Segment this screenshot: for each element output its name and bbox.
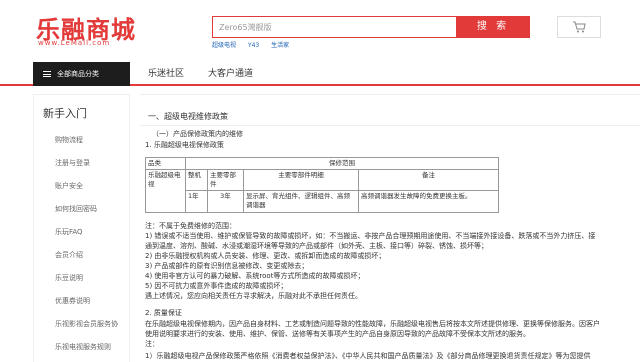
sidebar-item[interactable]: 乐豆说明 <box>55 273 83 283</box>
help-sidebar: 新手入门 购物流程 注册与登录 账户安全 如何找回密码 乐玩FAQ 会员介绍 乐… <box>33 94 130 362</box>
note-line: 5) 因不可抗力或意外事件造成的故障或损坏； <box>145 282 288 290</box>
main-nav: 全部商品分类 乐迷社区 大客户通道 <box>0 62 640 86</box>
quality-line: 1）乐融超级电视产品保修政策严格依照《消费者权益保护法》、《中华人民共和国产品质… <box>145 352 591 360</box>
table-cell: 乐融超级电视 <box>145 169 186 213</box>
nav-item-enterprise[interactable]: 大客户通道 <box>208 62 253 86</box>
site-logo[interactable]: 乐融商城 www.LeMall.com <box>36 10 146 50</box>
warranty-table: 品类 保修范围 乐融超级电视 整机 主要零部件 主要零部件明细 备注 1年 3年… <box>145 157 499 213</box>
nav-item-community[interactable]: 乐迷社区 <box>148 62 184 86</box>
table-subheader: 主要零部件明细 <box>243 169 359 191</box>
note-line: 注：不属于免费维修的范围： <box>145 222 236 230</box>
table-cell: 3年 <box>207 190 244 213</box>
sidebar-item[interactable]: 优惠券说明 <box>55 296 90 306</box>
table-cell: 显示屏、背光组件、逻辑组件、高频调谐器 <box>243 190 359 213</box>
sidebar-item[interactable]: 乐视影视会员服务协 <box>55 319 118 329</box>
divider <box>140 125 640 126</box>
sidebar-item[interactable]: 如何找回密码 <box>55 204 97 214</box>
note-line: 4) 使用非官方认可的暴力破解、系统root等方式所造成的故障或损坏； <box>145 272 365 280</box>
note-line: 2) 由非乐融授权机构或人员安装、修理、更改、或拆卸而造成的故障或损坏； <box>145 252 386 260</box>
hot-link[interactable]: 生活家 <box>271 42 289 49</box>
search-button[interactable]: 搜 索 <box>456 16 530 38</box>
quality-line: 使用说明要求进行的安装、使用、维护、保管、送修等有关事项产生的产品自身原因导致的… <box>145 330 530 338</box>
sidebar-item[interactable]: 乐视电视服务规则 <box>55 342 111 352</box>
note-line: 1) 错误或不适当使用、维护或保管导致的故障或损坏，如：不当搬运、非按产品合理预… <box>145 232 596 240</box>
quality-line: 注： <box>145 340 159 348</box>
sidebar-item[interactable]: 购物流程 <box>55 135 83 145</box>
hot-search-links: 超级电视 Y43 生活家 <box>212 40 299 49</box>
sidebar-item[interactable]: 账户安全 <box>55 181 83 191</box>
table-header: 保修范围 <box>185 157 499 170</box>
menu-icon <box>43 71 51 77</box>
cart-icon <box>573 21 586 33</box>
all-categories-label: 全部商品分类 <box>57 70 99 78</box>
cart-button[interactable] <box>557 16 601 38</box>
table-header: 品类 <box>145 157 186 170</box>
table-subheader: 整机 <box>185 169 208 191</box>
subsection-title: 2. 质量保证 <box>145 309 182 317</box>
search-input[interactable]: Zero65灣舰版 <box>212 16 456 38</box>
subsection-title: 1. 乐融超级电视保修政策 <box>145 141 224 149</box>
site-header: 乐融商城 www.LeMall.com Zero65灣舰版 搜 索 超级电视 Y… <box>0 0 640 62</box>
note-line: 3) 产品或部件的原有识别信息被修改、变更或除去； <box>145 262 309 270</box>
hot-link[interactable]: Y43 <box>248 42 259 49</box>
quality-line: 在乐融超级电视保修期内，因产品自身材料、工艺或制造问题导致的性能故障，乐融超级电… <box>145 320 600 328</box>
table-cell: 1年 <box>185 190 208 213</box>
table-subheader: 备注 <box>358 169 499 191</box>
note-line: 通到温度、溶剂、酸碱、水浸或潮湿环境等导致的产品或部件（如外壳、主板、接口等）碎… <box>145 242 488 250</box>
sidebar-title: 新手入门 <box>43 107 87 120</box>
note-line: 遇上述情况，您应向相关责任方寻求解决，乐融对此不承担任何责任。 <box>145 292 362 300</box>
section-title: 一、超级电视维修政策 <box>148 112 228 121</box>
subsection-title: （一）产品保修政策内的维修 <box>152 130 243 138</box>
policy-content: 一、超级电视维修政策 （一）产品保修政策内的维修 1. 乐融超级电视保修政策 品… <box>140 94 640 362</box>
logo-url: www.LeMall.com <box>38 39 111 47</box>
sidebar-item[interactable]: 注册与登录 <box>55 158 90 168</box>
table-cell: 高频调谐器发生故障的免费更换主板。 <box>358 190 499 213</box>
sidebar-item[interactable]: 乐玩FAQ <box>55 227 83 237</box>
all-categories-button[interactable]: 全部商品分类 <box>33 62 130 86</box>
sidebar-item[interactable]: 会员介绍 <box>55 250 83 260</box>
table-subheader: 主要零部件 <box>207 169 244 191</box>
hot-link[interactable]: 超级电视 <box>212 42 236 49</box>
